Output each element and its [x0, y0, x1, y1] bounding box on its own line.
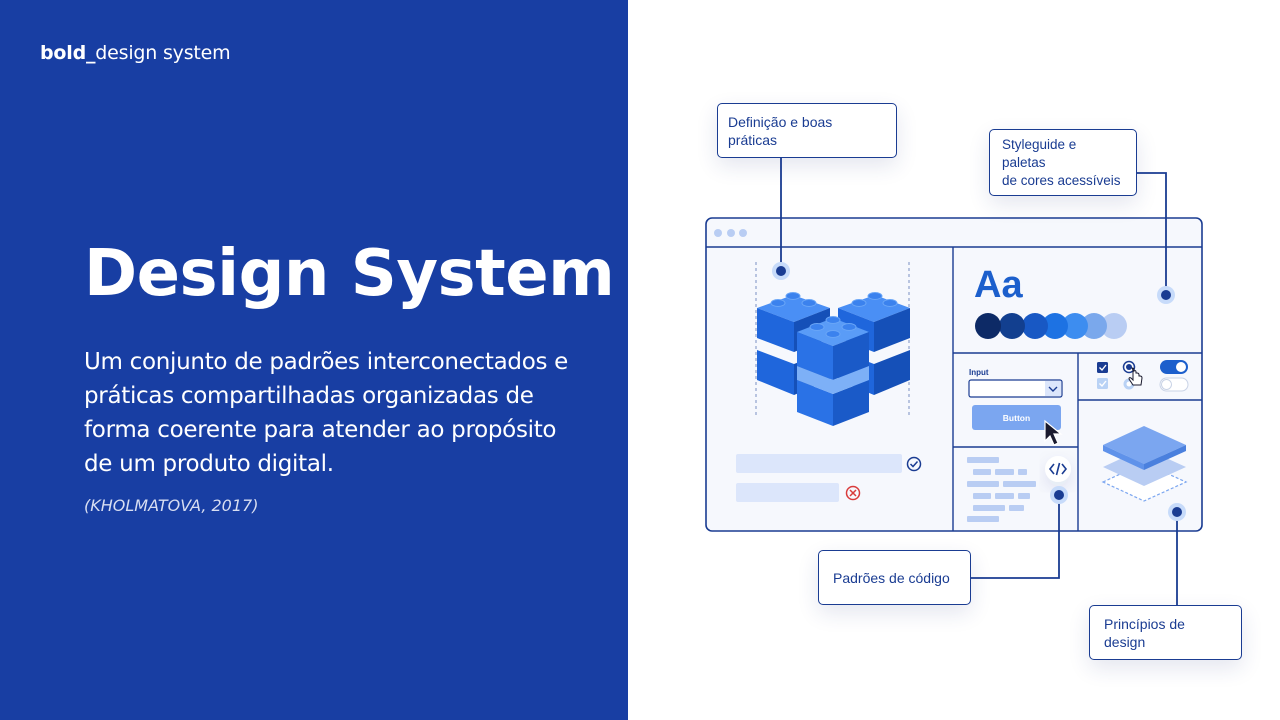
color-palette	[975, 313, 1127, 339]
callout-definicao: Definição e boas práticas	[717, 103, 897, 158]
brand-bold: bold_	[40, 42, 96, 64]
check-circle-icon	[906, 456, 922, 472]
callout-codigo: Padrões de código	[818, 550, 971, 605]
code-lines-mock	[967, 457, 1036, 522]
callout-principios: Princípios de design	[1089, 605, 1242, 660]
hero-description: Um conjunto de padrões interconectados e…	[84, 349, 569, 477]
brand-logo: bold_design system	[40, 42, 231, 64]
hand-cursor-icon	[1128, 367, 1143, 386]
lego-bricks-icon	[757, 292, 910, 426]
valid-row-bar	[736, 454, 902, 473]
browser-window	[705, 217, 1203, 532]
error-row-bar	[736, 483, 839, 502]
typography-sample: Aa	[974, 264, 1023, 306]
window-dot-2	[727, 229, 735, 237]
layers-icon	[1101, 426, 1188, 502]
error-circle-icon	[845, 485, 861, 501]
left-panel: bold_design system Design System Um conj…	[0, 0, 628, 720]
controls-mock	[1097, 360, 1189, 392]
window-dot-3	[739, 229, 747, 237]
window-dot-1	[714, 229, 722, 237]
code-icon	[1045, 456, 1071, 482]
input-dropdown-mock	[968, 379, 1063, 398]
citation: (KHOLMATOVA, 2017)	[84, 496, 259, 515]
brand-light: design system	[95, 42, 231, 64]
input-label: Input	[969, 368, 989, 377]
page-title: Design System	[84, 237, 615, 311]
button-label: Button	[1002, 412, 1031, 423]
callout-styleguide: Styleguide e paletas de cores acessíveis	[989, 129, 1137, 196]
